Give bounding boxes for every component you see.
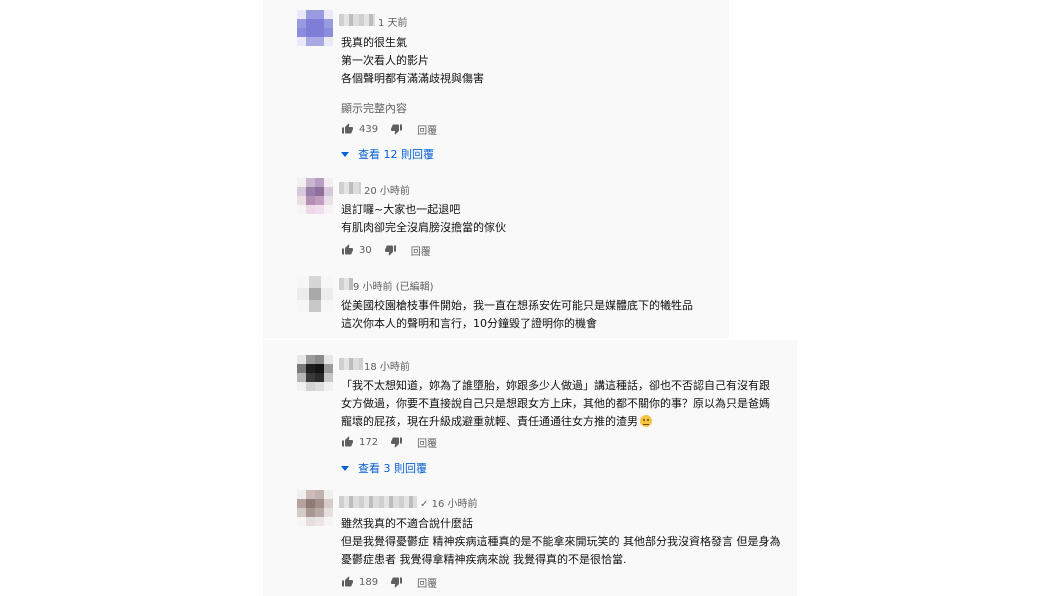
reply-button[interactable]: 回覆 — [417, 575, 437, 590]
reply-button[interactable]: 回覆 — [417, 435, 437, 450]
author-name[interactable] — [339, 182, 361, 194]
like-count: 189 — [359, 576, 379, 588]
comment-text-line: 有肌肉卻完全沒肩膀沒擔當的傢伙 — [341, 221, 506, 234]
view-replies-label: 查看 3 則回覆 — [358, 462, 427, 475]
comment-text-line: 寵壞的屁孩，現在升級成避重就輕、責任通通往女方推的渣男 — [341, 413, 652, 429]
thumbs-up-icon[interactable] — [341, 436, 354, 448]
view-replies-button[interactable]: 查看 12 則回覆 — [341, 146, 434, 162]
author-name[interactable] — [339, 278, 353, 290]
view-replies-button[interactable]: 查看 3 則回覆 — [341, 460, 427, 476]
comment-actions: 189 回覆 — [341, 574, 437, 590]
comment-time[interactable]: 9 小時前 (已編輯) — [353, 278, 434, 293]
avatar[interactable] — [297, 355, 333, 391]
reply-button[interactable]: 回覆 — [417, 122, 437, 137]
reply-button[interactable]: 回覆 — [411, 243, 431, 258]
avatar[interactable] — [297, 276, 333, 312]
comment-text: 寵壞的屁孩，現在升級成避重就輕、責任通通往女方推的渣男 — [341, 415, 638, 428]
comment-text-line: 我真的很生氣 — [341, 36, 407, 49]
comment-time[interactable]: 20 小時前 — [364, 182, 410, 197]
comment-text-line: 各個聲明都有滿滿歧視與傷害 — [341, 72, 484, 85]
comment-text-line: 但是我覺得憂鬱症 精神疾病這種真的是不能拿來開玩笑的 其他部分我沒資格發言 但是… — [341, 535, 781, 548]
avatar[interactable] — [297, 178, 333, 214]
comment-text-line: 雖然我真的不適合說什麼話 — [341, 517, 473, 530]
comment-time[interactable]: 1 天前 — [378, 14, 408, 29]
like-count: 439 — [359, 123, 379, 135]
thumbs-down-icon[interactable] — [390, 576, 403, 588]
avatar[interactable] — [297, 10, 333, 46]
unamused-face-emoji — [640, 415, 652, 427]
check-icon: ✓ — [420, 499, 429, 510]
comment-actions: 439 回覆 — [341, 121, 437, 137]
comment-text-line: 退訂囉~大家也一起退吧 — [341, 203, 461, 216]
show-more-link[interactable]: 顯示完整內容 — [341, 100, 407, 116]
thumbs-down-icon[interactable] — [390, 123, 403, 135]
comment-text-line: 憂鬱症患者 我覺得拿精神疾病來說 我覺得真的不是很恰當. — [341, 553, 627, 566]
like-count: 30 — [359, 244, 372, 256]
thumbs-up-icon[interactable] — [341, 576, 354, 588]
comment-text-line: 從美國校園槍枝事件開始，我一直在想孫安佐可能只是媒體底下的犧牲品 — [341, 299, 693, 312]
comment-text-line: 這次你本人的聲明和言行，10分鐘毀了證明你的機會 — [341, 317, 597, 330]
thumbs-up-icon[interactable] — [341, 244, 354, 256]
author-name[interactable] — [339, 358, 363, 370]
caret-down-icon — [341, 465, 349, 471]
comment-time[interactable]: 18 小時前 — [364, 358, 410, 373]
comment-time-row: ✓ 16 小時前 — [420, 495, 477, 510]
comment-text-line: 「我不太想知道，妳為了誰墮胎，妳跟多少人做過」講這種話，卻也不否認自己有沒有跟 — [341, 379, 770, 392]
comment-actions: 30 回覆 — [341, 242, 431, 258]
caret-down-icon — [341, 151, 349, 157]
author-name[interactable] — [339, 496, 417, 508]
avatar[interactable] — [297, 490, 333, 526]
like-count: 172 — [359, 436, 379, 448]
comment-text-line: 第一次看人的影片 — [341, 54, 429, 67]
author-name[interactable] — [339, 14, 375, 26]
comment-actions: 172 回覆 — [341, 434, 437, 450]
comment-time[interactable]: 16 小時前 — [432, 499, 478, 510]
thumbs-up-icon[interactable] — [341, 123, 354, 135]
thumbs-down-icon[interactable] — [390, 436, 403, 448]
view-replies-label: 查看 12 則回覆 — [358, 148, 434, 161]
thumbs-down-icon[interactable] — [384, 244, 397, 256]
comment-text-line: 女方做過，你要不直接說自己只是想跟女方上床，其他的都不關你的事？原以為只是爸媽 — [341, 397, 770, 410]
